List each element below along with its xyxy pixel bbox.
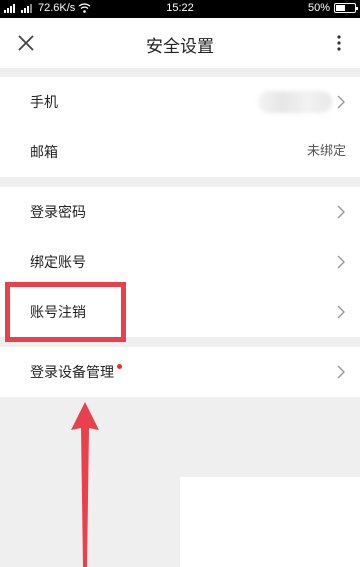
chevron-right-icon [337,205,345,219]
login-password-label: 登录密码 [30,205,86,221]
device-section: 登录设备管理 [0,347,360,397]
device-management-row[interactable]: 登录设备管理 [0,347,360,397]
bind-account-label: 绑定账号 [30,255,86,271]
email-status: 未绑定 [306,144,346,159]
bind-account-row[interactable]: 绑定账号 [0,237,360,287]
chevron-right-icon [337,255,345,269]
notification-dot [117,363,122,369]
phone-label: 手机 [30,95,58,111]
status-time: 15:22 [166,2,194,14]
login-password-row[interactable]: 登录密码 [0,187,360,237]
blank-panel [180,477,360,567]
chevron-right-icon [337,305,345,319]
chevron-right-icon [337,95,345,109]
status-right: 50% [307,2,358,14]
battery-fill [336,5,345,11]
phone-number-blurred [258,91,332,113]
battery-icon [334,3,358,13]
title-bar: 安全设置 [0,18,360,68]
phone-row[interactable]: 手机 [0,77,360,127]
battery-percent: 50% [307,2,330,14]
status-bar: 72.6K/s 15:22 50% [0,0,360,18]
email-row[interactable]: 邮箱 未绑定 [0,127,360,177]
chevron-right-icon [337,365,345,379]
more-options-icon[interactable] [336,34,342,52]
red-arrow-annotation [71,402,99,567]
account-info-section: 手机 邮箱 未绑定 [0,77,360,177]
highlight-box [5,282,126,342]
email-label: 邮箱 [30,145,58,161]
device-management-label: 登录设备管理 [30,365,114,381]
page-title: 安全设置 [146,37,214,57]
